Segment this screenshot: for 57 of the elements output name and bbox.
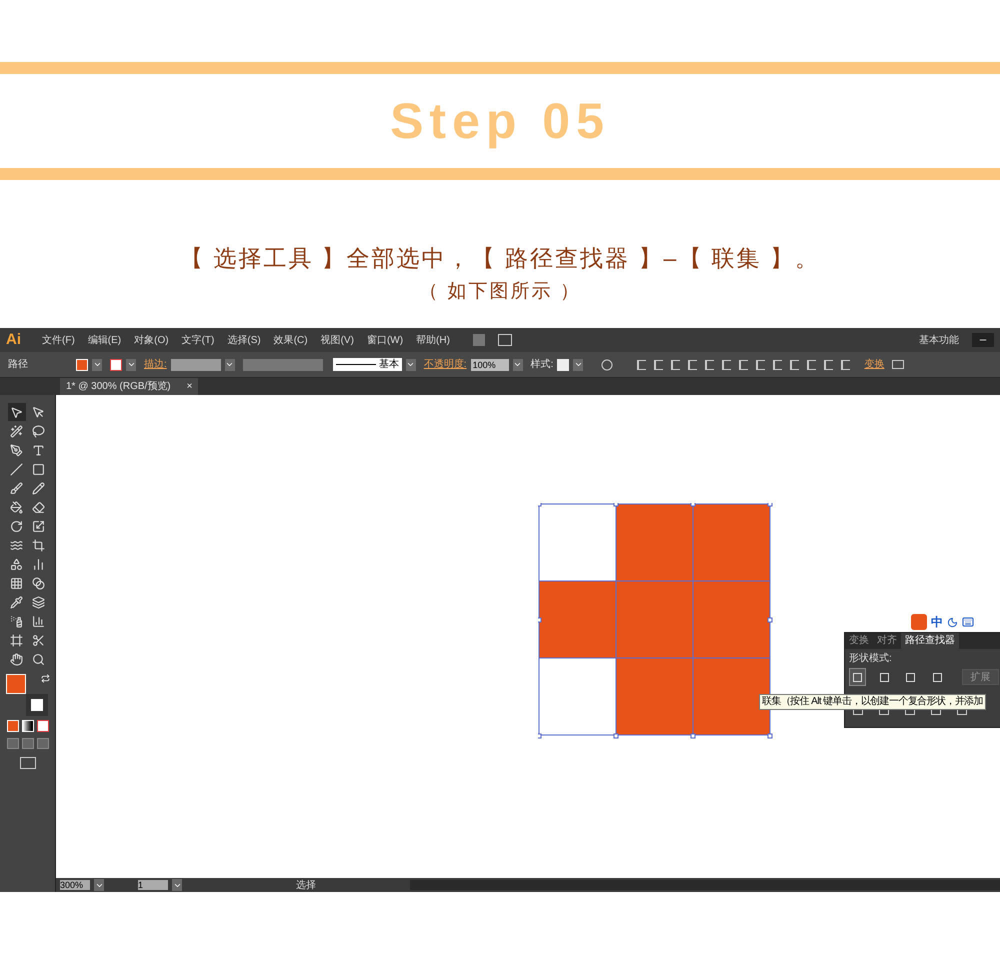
stroke-swatch[interactable] xyxy=(110,358,122,370)
caret-icon[interactable] xyxy=(92,358,102,370)
caret-icon[interactable] xyxy=(573,358,584,370)
stroke-label[interactable]: 描边: xyxy=(144,357,167,372)
transform-link[interactable]: 变换 xyxy=(864,357,884,372)
variable-width-field[interactable] xyxy=(242,358,323,370)
panel-tab[interactable]: 路径查找器 xyxy=(901,633,959,649)
stroke-color-swatch[interactable] xyxy=(26,694,48,716)
status-text[interactable]: 选择 xyxy=(246,878,366,892)
app-logo: Ai xyxy=(6,330,21,350)
caret-icon[interactable] xyxy=(406,358,416,370)
caret-icon[interactable] xyxy=(94,879,104,891)
color-mode-icon[interactable] xyxy=(6,720,18,732)
menu-item[interactable]: 文字(T) xyxy=(182,332,214,348)
swap-icon[interactable] xyxy=(40,674,50,683)
menu-item[interactable]: 对象(O) xyxy=(134,332,169,348)
tooltip: 联集（按住 Alt 键单击，以创建一个复合形状，并添加 xyxy=(759,694,986,710)
caret-icon[interactable] xyxy=(172,879,182,891)
step-title: Step 05 xyxy=(390,92,610,150)
ime-logo xyxy=(911,614,927,630)
caret-icon[interactable] xyxy=(126,358,136,370)
menu-item[interactable]: 编辑(E) xyxy=(88,332,122,348)
stroke-profile-field[interactable]: 基本 xyxy=(332,358,402,371)
none-mode-icon[interactable] xyxy=(36,720,48,732)
document-tab-title: 1* @ 300% (RGB/预览) xyxy=(66,380,171,394)
opacity-field[interactable]: 100% xyxy=(470,358,509,370)
ime-mode-label[interactable]: 中 xyxy=(931,613,943,631)
gradient-mode-icon[interactable] xyxy=(22,720,34,732)
style-swatch[interactable] xyxy=(557,358,570,370)
fill-swatch[interactable] xyxy=(76,358,88,370)
object-type-label: 路径 xyxy=(8,358,29,372)
menu-item[interactable]: 窗口(W) xyxy=(366,332,404,348)
instruction-text: 【 选择工具 】全部选中，【 路径查找器 】–【 联集 】。 xyxy=(180,244,820,273)
stroke-weight-field[interactable] xyxy=(170,358,221,370)
shape-mode-button[interactable] xyxy=(849,668,866,686)
close-icon[interactable]: × xyxy=(186,379,192,394)
opacity-label[interactable]: 不透明度: xyxy=(424,357,467,372)
keyboard-icon[interactable] xyxy=(962,616,974,628)
menu-item[interactable]: 文件(F) xyxy=(42,332,75,348)
menu-item[interactable]: 效果(C) xyxy=(274,332,308,348)
menu-item[interactable]: 选择(S) xyxy=(227,332,261,348)
zoom-field[interactable]: 300% xyxy=(60,880,90,890)
menu-item[interactable]: 帮助(H) xyxy=(416,332,450,348)
moon-icon[interactable] xyxy=(947,616,958,628)
shape-modes-label: 形状模式: xyxy=(848,652,893,666)
menu-item[interactable]: 视图(V) xyxy=(320,332,354,348)
workspace-switcher[interactable]: 基本功能 xyxy=(919,332,959,348)
document-tab[interactable]: 1* @ 300% (RGB/预览) × xyxy=(60,378,198,395)
panel-tab[interactable]: 变换 xyxy=(845,633,873,649)
minimize-button[interactable] xyxy=(972,333,994,347)
caption-text: （ 如下图所示 ） xyxy=(419,280,581,304)
page-field[interactable]: 1 xyxy=(138,880,168,890)
caret-icon[interactable] xyxy=(224,358,235,370)
panel-tab[interactable]: 对齐 xyxy=(873,633,901,649)
fill-color-swatch[interactable] xyxy=(6,674,26,694)
style-label: 样式: xyxy=(530,358,554,372)
caret-icon[interactable] xyxy=(512,358,523,370)
